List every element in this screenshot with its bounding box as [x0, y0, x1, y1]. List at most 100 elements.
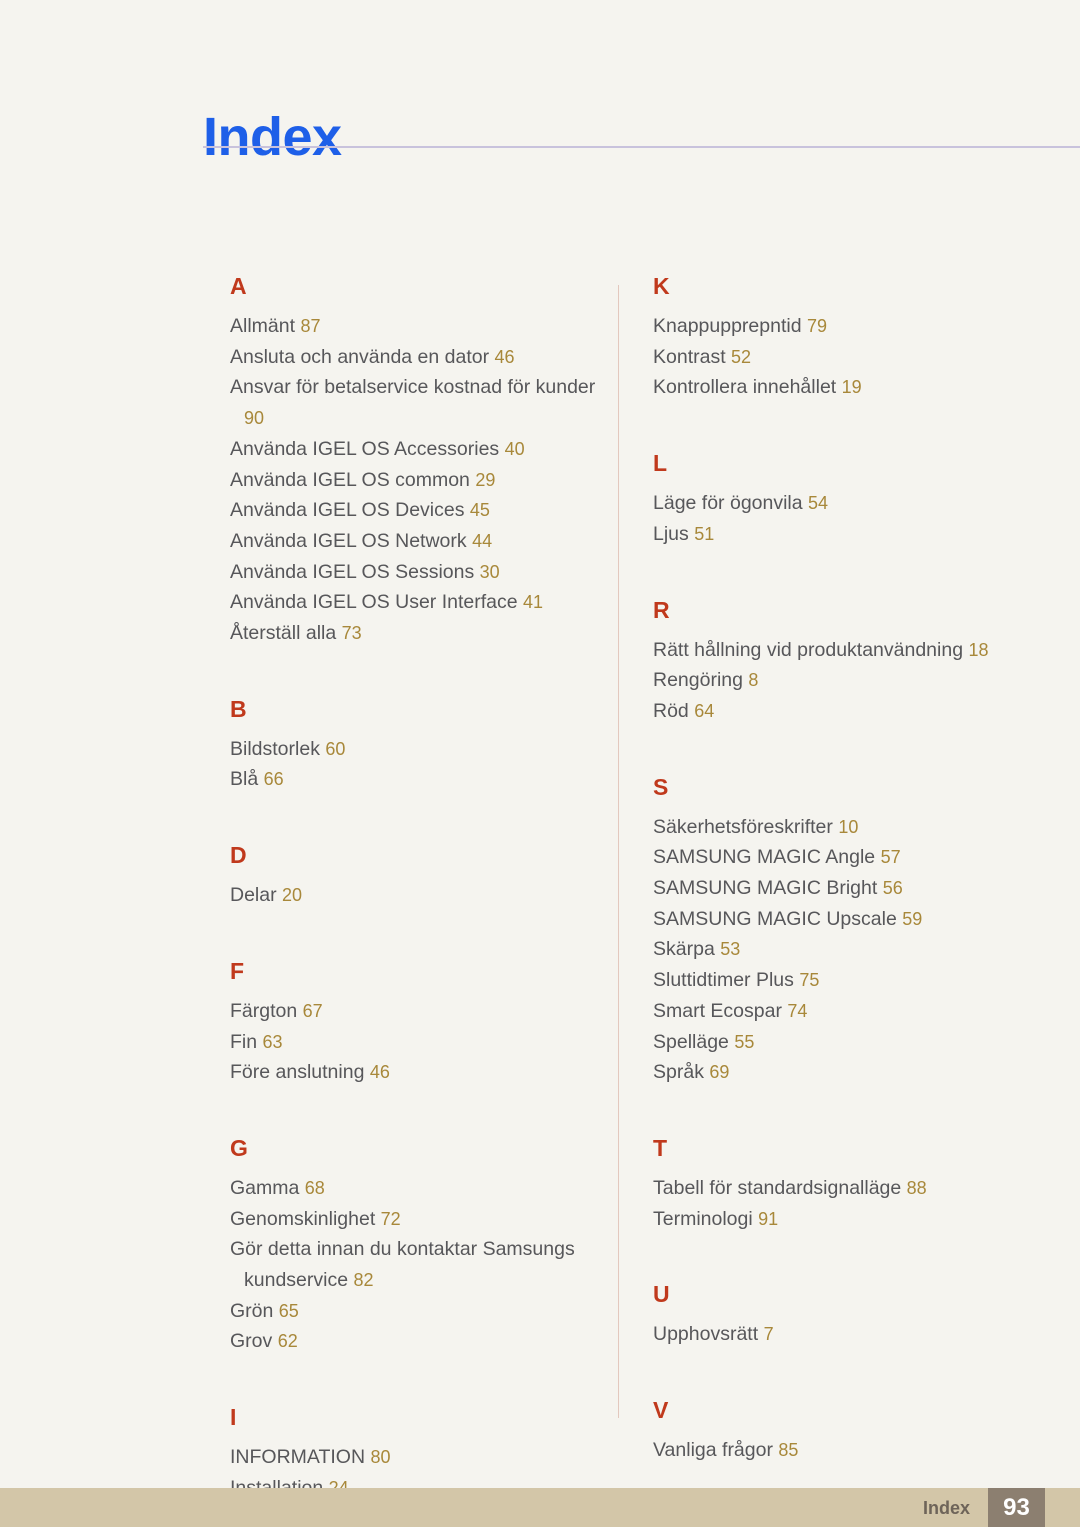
- index-entry-label: Använda IGEL OS Network: [230, 529, 467, 552]
- index-entry[interactable]: Bildstorlek 60: [230, 734, 600, 765]
- index-entry[interactable]: Färgton 67: [230, 996, 600, 1027]
- index-entry-label: Delar: [230, 884, 277, 907]
- index-entry-page-number: 85: [778, 1440, 799, 1461]
- index-entry-page-number: 91: [758, 1208, 779, 1229]
- index-entry[interactable]: Genomskinlighet 72: [230, 1204, 600, 1235]
- index-entry[interactable]: SAMSUNG MAGIC Bright 56: [653, 873, 1053, 904]
- index-entry-label: SAMSUNG MAGIC Upscale: [653, 907, 897, 930]
- index-entry[interactable]: Blå 66: [230, 764, 600, 795]
- index-group-letter: I: [230, 1404, 237, 1431]
- index-entry[interactable]: Använda IGEL OS common 29: [230, 465, 600, 496]
- index-entry[interactable]: Knappupprepntid 79: [653, 311, 1053, 342]
- index-entry[interactable]: Vanliga frågor 85: [653, 1435, 1053, 1466]
- index-entry-label: SAMSUNG MAGIC Angle: [653, 846, 876, 869]
- index-entry-label: Använda IGEL OS User Interface: [230, 591, 518, 614]
- index-entry-label: Terminologi: [653, 1207, 753, 1230]
- index-entry-page-number: 30: [479, 561, 500, 582]
- index-entry[interactable]: Gör detta innan du kontaktar Samsungs ku…: [230, 1234, 600, 1295]
- index-entry-page-number: 79: [806, 316, 827, 336]
- index-entry[interactable]: Röd 64: [653, 696, 1053, 727]
- title-divider-rule: [203, 146, 1080, 148]
- index-entry-label: Återställ alla: [230, 622, 337, 645]
- index-entry-label: Spelläge: [653, 1030, 729, 1053]
- index-letter-group: S Säkerhetsföreskrifter 10 SAMSUNG MAGIC A…: [653, 773, 1053, 1088]
- index-entry-label: SAMSUNG MAGIC Bright: [653, 877, 878, 900]
- index-entry[interactable]: Språk 69: [653, 1057, 1053, 1088]
- index-entry-label: Bildstorlek: [230, 737, 320, 760]
- index-entry[interactable]: Tabell för standardsignalläge 88: [653, 1173, 1053, 1204]
- index-entry-page-number: 8: [748, 670, 759, 691]
- index-entry-page-number: 57: [880, 847, 901, 868]
- index-letter-group: D Delar 20: [230, 844, 600, 911]
- index-entry-page-number: 65: [278, 1300, 299, 1321]
- index-entry-page-number: 74: [787, 1000, 808, 1021]
- index-entry-label: Kontrollera innehållet: [653, 376, 837, 399]
- index-entry[interactable]: Grön 65: [230, 1296, 600, 1327]
- index-entry[interactable]: SAMSUNG MAGIC Angle 57: [653, 842, 1053, 873]
- index-column-right: K Knappupprepntid 79 Kontrast 52 Kontroller…: [653, 275, 1053, 1466]
- index-entry[interactable]: Kontrast 52: [653, 342, 1053, 373]
- index-entry[interactable]: Återställ alla 73: [230, 618, 600, 649]
- index-entry[interactable]: Smart Ecospar 74: [653, 996, 1053, 1027]
- index-entry[interactable]: Delar 20: [230, 880, 600, 911]
- index-entry[interactable]: Använda IGEL OS Sessions 30: [230, 557, 600, 588]
- index-entry-page-number: 73: [341, 623, 362, 644]
- index-entry-page-number: 82: [353, 1270, 374, 1291]
- index-entry-label: Använda IGEL OS Accessories: [230, 437, 500, 460]
- index-entry[interactable]: Använda IGEL OS Devices 45: [230, 495, 600, 526]
- index-entry[interactable]: Gamma 68: [230, 1173, 600, 1204]
- index-entry[interactable]: Ansluta och använda en dator 46: [230, 342, 600, 373]
- index-entry[interactable]: Rätt hållning vid produktanvändning 18: [653, 635, 1053, 666]
- index-letter-group: V Vanliga frågor 85: [653, 1399, 1053, 1466]
- index-entry-label: Skärpa: [653, 938, 715, 961]
- index-entry-page-number: 72: [380, 1208, 401, 1229]
- index-letter-group: R Rätt hållning vid produktanvändning 18 R…: [653, 598, 1053, 727]
- index-entry-page-number: 87: [300, 316, 321, 336]
- index-entry-label: Vanliga frågor: [653, 1439, 773, 1462]
- index-entry[interactable]: INFORMATION 80: [230, 1442, 600, 1473]
- index-entry-label: Gamma: [230, 1176, 300, 1199]
- index-entry[interactable]: Rengöring 8: [653, 665, 1053, 696]
- index-letter-group: A Allmänt 87 Ansluta och använda en dator …: [230, 275, 600, 649]
- index-entry[interactable]: SAMSUNG MAGIC Upscale 59: [653, 904, 1053, 935]
- index-entry-page-number: 69: [709, 1062, 730, 1083]
- index-entry[interactable]: Allmänt 87: [230, 311, 600, 342]
- index-entry[interactable]: Sluttidtimer Plus 75: [653, 965, 1053, 996]
- index-entry-page-number: 88: [906, 1177, 927, 1198]
- index-entry[interactable]: Skärpa 53: [653, 934, 1053, 965]
- index-group-letter: S: [653, 773, 669, 800]
- index-entry-page-number: 46: [369, 1062, 390, 1083]
- index-group-letter: D: [230, 842, 247, 869]
- index-entry[interactable]: Grov 62: [230, 1326, 600, 1357]
- index-entry[interactable]: Före anslutning 46: [230, 1057, 600, 1088]
- page-title: Index: [203, 107, 342, 168]
- index-entry-page-number: 63: [262, 1031, 283, 1052]
- index-entry[interactable]: Ansvar för betalservice kostnad för kund…: [230, 372, 600, 433]
- index-entry[interactable]: Upphovsrätt 7: [653, 1319, 1053, 1350]
- index-entry[interactable]: Spelläge 55: [653, 1027, 1053, 1058]
- footer-inner: Index 93: [923, 1488, 1080, 1527]
- index-entry-page-number: 68: [304, 1177, 325, 1198]
- index-entry-label: Röd: [653, 699, 689, 722]
- index-entry[interactable]: Ljus 51: [653, 519, 1053, 550]
- footer-page-number: 93: [1003, 1493, 1030, 1521]
- index-entry[interactable]: Läge för ögonvila 54: [653, 488, 1053, 519]
- index-entry[interactable]: Säkerhetsföreskrifter 10: [653, 812, 1053, 843]
- index-entry-page-number: 90: [244, 408, 265, 429]
- index-entry[interactable]: Använda IGEL OS Accessories 40: [230, 434, 600, 465]
- index-entry[interactable]: Fin 63: [230, 1027, 600, 1058]
- index-entry-label: Ljus: [653, 522, 689, 545]
- index-entry-label: Ansluta och använda en dator: [230, 345, 490, 368]
- index-group-letter: F: [230, 957, 245, 984]
- index-entry[interactable]: Använda IGEL OS User Interface 41: [230, 587, 600, 618]
- index-entry-page-number: 41: [523, 592, 544, 613]
- index-entry-page-number: 54: [808, 493, 829, 514]
- index-entry[interactable]: Använda IGEL OS Network 44: [230, 526, 600, 557]
- index-entry[interactable]: Terminologi 91: [653, 1204, 1053, 1235]
- index-entry[interactable]: Kontrollera innehållet 19: [653, 372, 1053, 403]
- index-entry-label: Använda IGEL OS Sessions: [230, 560, 475, 583]
- page-footer: Index 93: [0, 1488, 1080, 1527]
- footer-page-box: 93: [988, 1488, 1045, 1527]
- index-entry-page-number: 59: [902, 908, 923, 929]
- index-group-letter: B: [230, 695, 247, 722]
